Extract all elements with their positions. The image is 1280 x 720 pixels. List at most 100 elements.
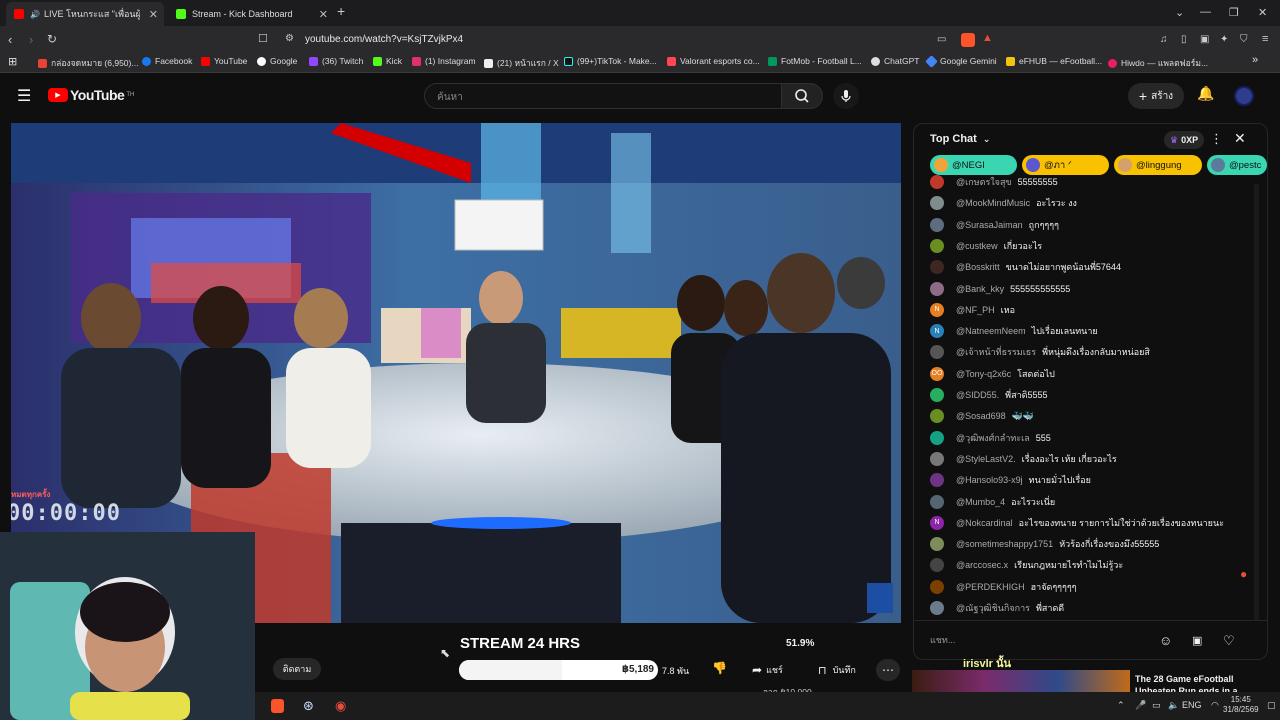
language-indicator[interactable]: ENG [1182,700,1202,710]
share-button[interactable]: ➦ แชร์ [752,663,783,677]
chat-message[interactable]: @PERDEKHIGH ฮาจัดๆๆๆๆๆ [930,577,1077,597]
chat-author[interactable]: @NF_PH [956,305,995,315]
bookmark-item[interactable]: Hiwdo — แพลตฟอร์ม... [1108,56,1208,70]
speaker-icon[interactable]: 🔊 [30,10,40,19]
chat-avatar[interactable]: OO [930,366,944,381]
chat-message[interactable]: @Hansolo93-x9j ทนายมั่วไปเรื่อย [930,470,1091,490]
follow-button[interactable]: ติดตาม [273,658,321,680]
avatar[interactable] [1234,86,1254,106]
chat-avatar[interactable] [930,345,944,360]
chat-avatar[interactable]: N [930,515,944,530]
notification-center-icon[interactable]: ▢ [1267,700,1276,711]
chat-avatar[interactable] [930,238,944,253]
apps-grid-icon[interactable]: ⊞ [8,55,17,68]
tab-list-chevron-icon[interactable]: ⌄ [1175,6,1184,19]
vpn-icon[interactable]: ⛉ [1240,34,1248,45]
more-actions-icon[interactable]: ⋯ [876,659,900,681]
network-icon[interactable]: ▭ [1152,700,1161,711]
chat-message[interactable]: @Bosskritt ขนาดไม่อยากพูดน้อนพี่57644 [930,257,1121,277]
chat-author[interactable]: @Nokcardinal [956,518,1013,528]
bookmark-item[interactable]: YouTube [201,56,247,66]
chat-message[interactable]: @เกษตรใจสุข 55555555 [930,172,1058,192]
chat-author[interactable]: @arccosec.x [956,560,1008,570]
chat-message[interactable]: @ณัฐวุฒิชินกิจการ พี่สาดดี [930,598,1064,618]
restore-icon[interactable]: ❐ [1229,6,1239,19]
bookmark-item[interactable]: Valorant esports co... [667,56,760,66]
steam-icon[interactable]: ⊛ [303,698,314,714]
brave-rewards-icon[interactable]: ▲ [982,32,993,44]
chat-avatar[interactable]: N [930,302,944,317]
chat-avatar[interactable] [930,281,944,296]
chat-avatar[interactable] [930,473,944,488]
bookmark-item[interactable]: FotMob - Football L... [768,56,862,66]
xp-badge[interactable]: ♛ 0XP [1164,131,1205,149]
brave-browser-icon[interactable] [271,699,284,713]
chat-message[interactable]: OO @Tony-q2x6c โสดต่อไป [930,364,1055,384]
chat-author[interactable]: @StyleLastV2. [956,454,1016,464]
chat-author[interactable]: @PERDEKHIGH [956,582,1025,592]
brave-shield-icon[interactable] [961,33,975,47]
chat-message[interactable]: @เจ้าหน้าที่ธรรมเธร พี่หนุ่มดึงเรื่องกลับ… [930,342,1150,362]
chat-author[interactable]: @Mumbo_4 [956,497,1005,507]
chat-avatar[interactable] [930,558,944,573]
search-input[interactable]: ค้นหา [424,83,782,109]
chat-avatar[interactable] [930,388,944,402]
tray-chevron-icon[interactable]: ⌃ [1117,700,1125,711]
obs-icon[interactable]: ◉ [335,698,346,714]
forward-icon[interactable]: › [29,32,33,47]
reload-icon[interactable]: ↻ [47,32,57,46]
chat-avatar[interactable] [930,494,944,509]
top-chat-dropdown[interactable]: Top Chat ⌄ [930,133,990,145]
chat-avatar[interactable] [930,430,944,445]
heart-icon[interactable]: ♡ [1223,633,1235,649]
dislike-icon[interactable]: 👎 [712,661,727,675]
chat-avatar[interactable] [930,601,944,615]
chat-more-icon[interactable]: ⋮ [1210,131,1223,147]
chat-author[interactable]: @Sosad698 [956,411,1006,421]
chat-message[interactable]: @MookMindMusic อะไรวะ งง [930,193,1077,213]
chat-message[interactable]: @Sosad698 🐳🐳 [930,406,1034,426]
site-info-icon[interactable]: ⚙ [285,33,294,44]
chat-chip[interactable]: @pestc [1207,155,1267,175]
chat-avatar[interactable] [930,537,944,552]
wifi-icon[interactable]: ◠ [1211,700,1219,711]
super-chat-icon[interactable]: ▣ [1192,634,1202,647]
tab-kick-dashboard[interactable]: Stream - Kick Dashboard ✕ [168,2,334,26]
search-button[interactable] [781,83,823,109]
bookmark-item[interactable]: (99+)TikTok - Make... [564,56,657,66]
chat-chip[interactable]: @linggung [1114,155,1202,175]
create-button[interactable]: + สร้าง [1128,83,1184,109]
chat-author[interactable]: @SurasaJaiman [956,220,1023,230]
volume-icon[interactable]: 🔈 [1168,700,1179,711]
chat-author[interactable]: @วุฒิพงศ์กลำทะเล [956,431,1030,445]
chat-message[interactable]: N @Nokcardinal อะไรของทนาย รายการไม่ใช่ว่า… [930,513,1224,533]
more-bookmarks-icon[interactable]: » [1252,54,1258,66]
tab-youtube-live[interactable]: 🔊 LIVE โหนกระแส "เพื่อนผู้หักล้ ✕ [6,2,164,26]
chat-author[interactable]: @Bank_kky [956,284,1004,294]
menu-icon[interactable]: ≡ [1262,33,1268,45]
chat-avatar[interactable]: N [930,324,944,339]
chat-avatar[interactable] [930,451,944,466]
chat-author[interactable]: @sometimeshappy1751 [956,539,1053,549]
chat-message[interactable]: @Bank_kky 555555555555 [930,279,1070,299]
emoji-icon[interactable]: ☺ [1159,633,1172,648]
youtube-logo[interactable]: ▶ YouTube TH [48,87,134,103]
chat-avatar[interactable] [930,579,944,594]
chat-author[interactable]: @Tony-q2x6c [956,369,1011,379]
chat-avatar[interactable] [930,217,944,232]
hamburger-menu-icon[interactable]: ☰ [17,86,31,106]
chat-close-icon[interactable]: ✕ [1234,130,1246,147]
wallet-icon[interactable]: ▣ [1200,34,1209,45]
cast-icon[interactable]: ▭ [937,34,946,45]
new-tab-icon[interactable]: + [337,3,345,19]
bookmark-item[interactable]: eFHUB — eFootball... [1006,56,1102,66]
chat-message[interactable]: N @NF_PH เหอ [930,300,1015,320]
chat-scrollbar[interactable] [1254,184,1259,620]
chat-author[interactable]: @เกษตรใจสุข [956,175,1012,189]
chat-author[interactable]: @MookMindMusic [956,198,1030,208]
clock[interactable]: 15:45 31/8/2569 [1223,695,1259,715]
chat-avatar[interactable] [930,409,944,424]
chat-author[interactable]: @NatneemNeem [956,326,1026,336]
chat-author[interactable]: @Bosskritt [956,262,1000,272]
chat-author[interactable]: @Hansolo93-x9j [956,475,1023,485]
